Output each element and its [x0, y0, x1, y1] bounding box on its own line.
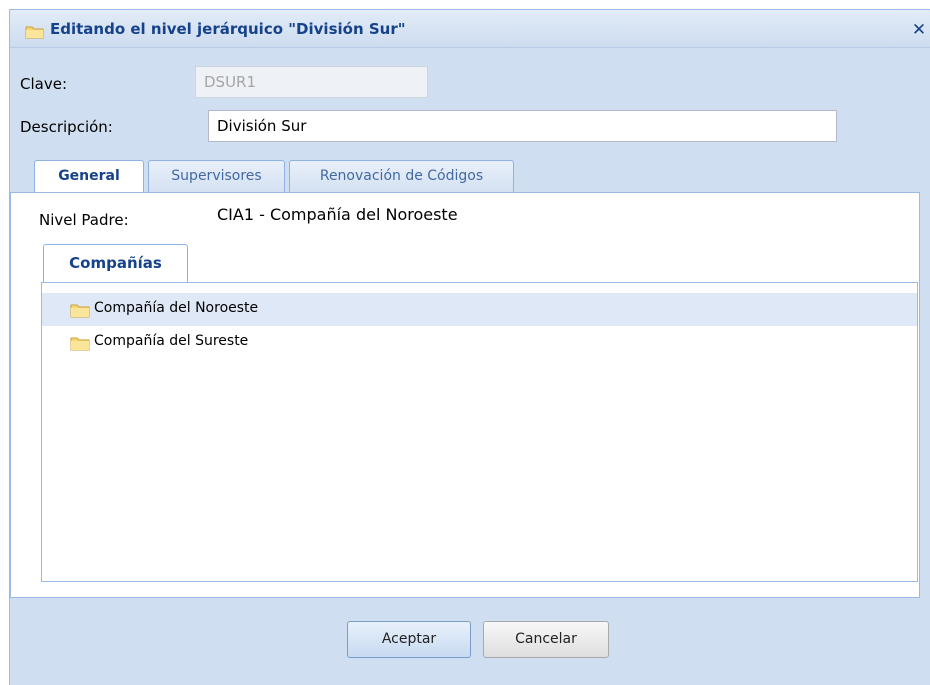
tree-item-compania-noroeste[interactable]: Compañía del Noroeste — [42, 293, 917, 326]
cancelar-button[interactable]: Cancelar — [483, 621, 609, 658]
descripcion-field[interactable]: División Sur — [208, 110, 837, 142]
tree-item-label: Compañía del Noroeste — [94, 300, 259, 316]
dialog-title: Editando el nivel jerárquico "División S… — [50, 20, 406, 38]
tab-strip: General Supervisores Renovación de Códig… — [10, 160, 930, 193]
companias-tree: Compañía del Noroeste Compañía del Sures… — [41, 282, 918, 582]
tree-item-label: Compañía del Sureste — [94, 333, 249, 349]
edit-level-dialog: Editando el nivel jerárquico "División S… — [9, 9, 930, 685]
folder-icon — [25, 26, 44, 39]
dialog-titlebar[interactable]: Editando el nivel jerárquico "División S… — [10, 10, 930, 48]
nivel-padre-value: CIA1 - Compañía del Noroeste — [217, 205, 458, 224]
aceptar-button[interactable]: Aceptar — [347, 621, 471, 658]
folder-icon — [70, 337, 90, 351]
tab-supervisores[interactable]: Supervisores — [148, 160, 285, 192]
folder-icon — [70, 304, 90, 318]
close-icon[interactable]: ✕ — [910, 21, 928, 39]
tab-companias[interactable]: Compañías — [43, 244, 188, 282]
descripcion-label: Descripción: — [20, 118, 113, 136]
clave-label: Clave: — [20, 75, 67, 93]
clave-field: DSUR1 — [195, 66, 428, 98]
tree-item-compania-sureste[interactable]: Compañía del Sureste — [42, 326, 917, 359]
nivel-padre-label: Nivel Padre: — [39, 211, 129, 229]
tab-renovacion-codigos[interactable]: Renovación de Códigos — [289, 160, 514, 192]
tab-general[interactable]: General — [34, 160, 144, 193]
